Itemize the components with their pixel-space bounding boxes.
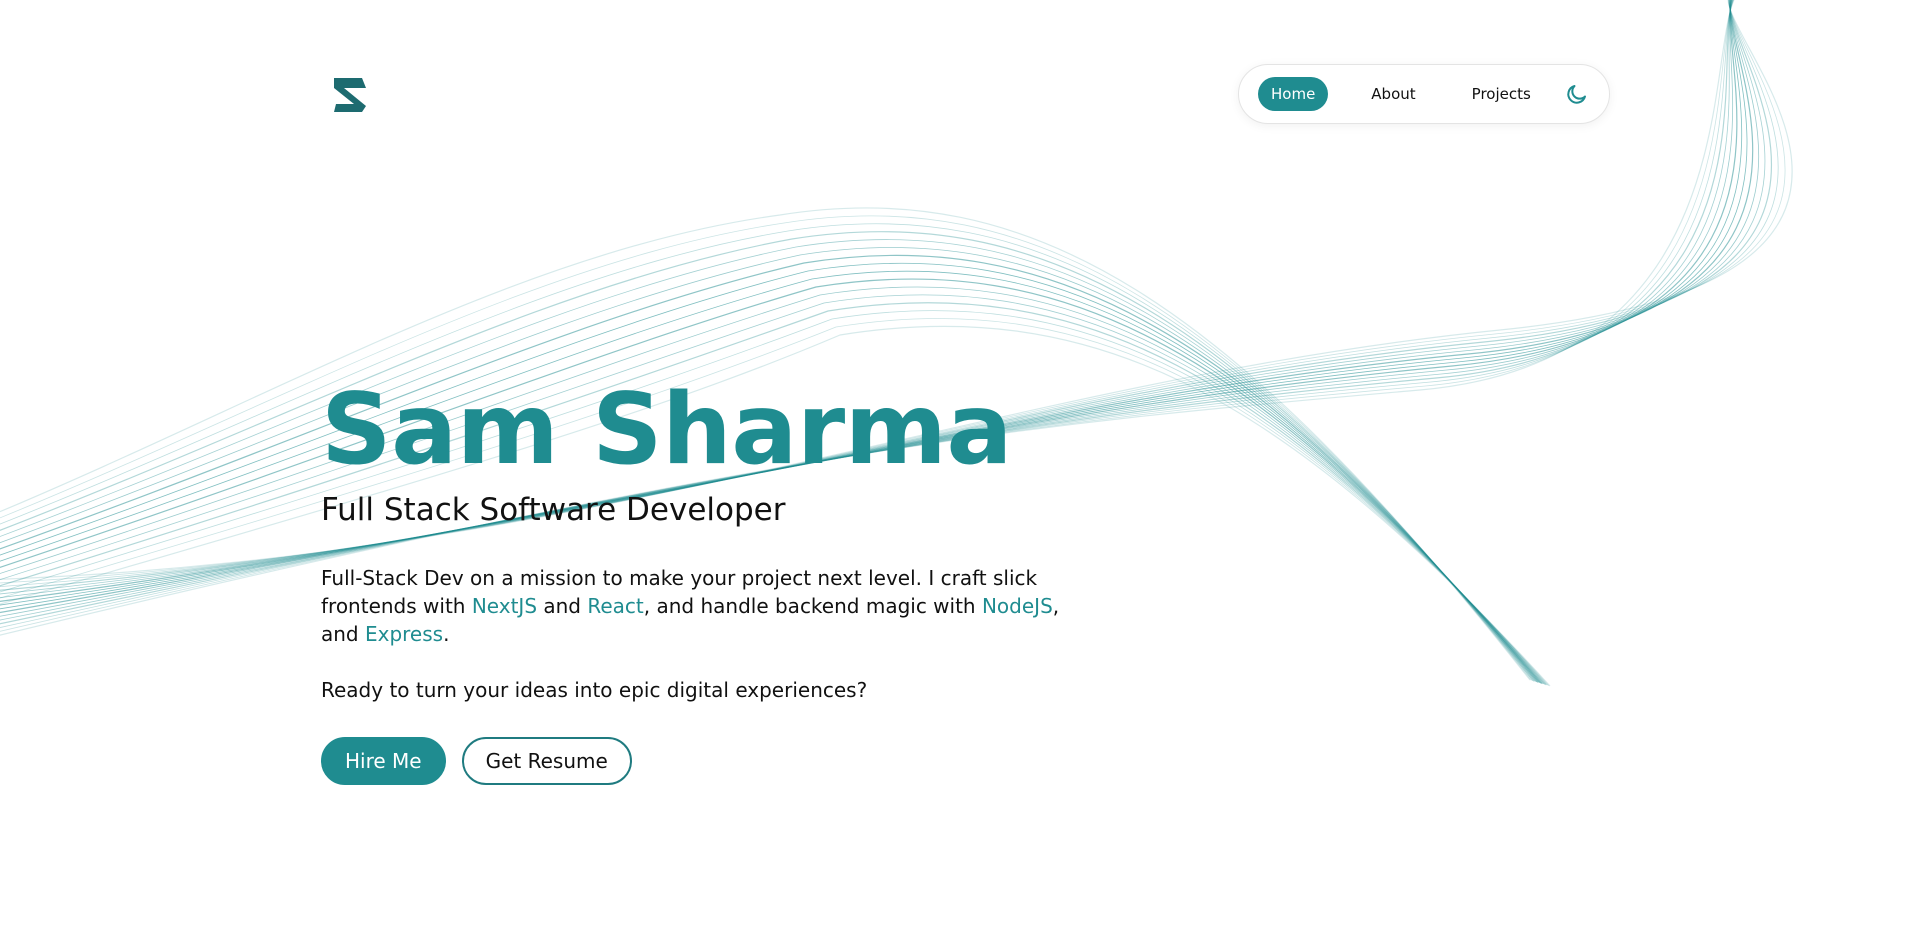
hero-role: Full Stack Software Developer [321,492,786,528]
description-text: , and handle backend magic with [643,594,982,618]
hero-name: Sam Sharma [321,373,1013,487]
nav-home[interactable]: Home [1258,77,1329,111]
hero-description: Full-Stack Dev on a mission to make your… [321,564,1081,648]
theme-toggle-button[interactable] [1564,81,1590,107]
tech-react: React [587,594,644,618]
tech-nextjs: NextJS [471,594,538,618]
hire-me-button[interactable]: Hire Me [321,737,446,785]
tech-express: Express [364,622,444,646]
moon-icon [1567,85,1586,104]
tech-nodejs: NodeJS [981,594,1053,618]
top-navigation: Home About Projects [1238,64,1610,124]
description-text: and [537,594,588,618]
nav-projects[interactable]: Projects [1459,77,1544,111]
get-resume-button[interactable]: Get Resume [461,737,632,785]
hero-cta-text: Ready to turn your ideas into epic digit… [321,678,868,702]
page: Home About Projects Sam Sharma Full Stac… [0,0,1920,940]
s-logo-icon[interactable] [331,76,369,114]
nav-about[interactable]: About [1358,77,1428,111]
description-text: . [443,622,450,646]
hero-buttons: Hire Me Get Resume [321,737,1121,785]
hero-section: Sam Sharma Full Stack Software Developer… [321,370,1121,785]
